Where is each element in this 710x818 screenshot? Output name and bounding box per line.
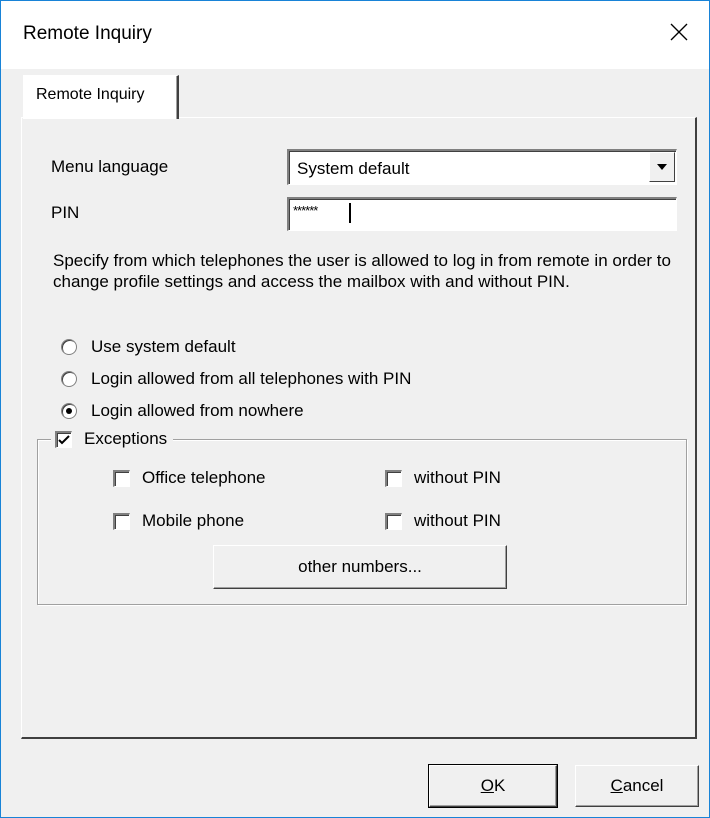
mobile-without-pin-checkbox[interactable]: without PIN	[385, 511, 501, 531]
mobile-phone-label: Mobile phone	[142, 511, 245, 530]
checkmark-icon	[58, 434, 70, 444]
window-title: Remote Inquiry	[23, 23, 152, 44]
tab-label: Remote Inquiry	[36, 86, 145, 103]
menu-language-select[interactable]: System default	[287, 149, 677, 185]
radio-label: Login allowed from all telephones with P…	[91, 369, 412, 388]
office-without-pin-checkbox[interactable]: without PIN	[385, 468, 501, 488]
other-numbers-button[interactable]: other numbers...	[213, 545, 507, 589]
pin-input[interactable]: ******	[287, 197, 677, 231]
pin-masked-value: ******	[293, 203, 318, 218]
radio-dot	[66, 408, 72, 414]
menu-language-value: System default	[297, 159, 410, 178]
dropdown-button[interactable]	[649, 152, 675, 182]
cancel-label: Cancel	[610, 776, 664, 795]
close-button[interactable]	[649, 1, 709, 63]
mobile-phone-checkbox[interactable]: Mobile phone	[113, 511, 244, 531]
close-icon	[670, 23, 688, 41]
checkbox[interactable]	[385, 469, 402, 487]
mobile-without-pin-label: without PIN	[414, 511, 501, 530]
office-telephone-checkbox[interactable]: Office telephone	[113, 468, 266, 488]
ok-button[interactable]: OK	[428, 764, 558, 808]
office-telephone-label: Office telephone	[142, 468, 266, 487]
title-bar: Remote Inquiry	[1, 1, 709, 69]
checkbox[interactable]	[113, 512, 130, 530]
radio-button[interactable]	[61, 339, 77, 355]
radio-use-system-default[interactable]: Use system default	[61, 337, 236, 357]
radio-login-from-nowhere[interactable]: Login allowed from nowhere	[61, 401, 304, 421]
text-caret	[349, 203, 351, 223]
menu-language-label: Menu language	[51, 157, 169, 176]
radio-label: Login allowed from nowhere	[91, 401, 304, 420]
exceptions-label: Exceptions	[84, 429, 168, 448]
radio-label: Use system default	[91, 337, 236, 356]
chevron-down-icon	[657, 164, 667, 170]
description-text: Specify from which telephones the user i…	[53, 251, 671, 291]
checkbox[interactable]	[385, 512, 402, 530]
exceptions-checkbox[interactable]: Exceptions	[51, 429, 174, 449]
radio-button-selected[interactable]	[61, 403, 77, 419]
office-without-pin-label: without PIN	[414, 468, 501, 487]
other-numbers-label: other numbers...	[298, 557, 422, 576]
radio-button[interactable]	[61, 371, 77, 387]
dialog-window: Remote Inquiry Remote Inquiry Menu langu…	[0, 0, 710, 818]
checkbox[interactable]	[113, 469, 130, 487]
cancel-button[interactable]: Cancel	[575, 765, 699, 807]
tab-remote-inquiry[interactable]: Remote Inquiry	[23, 75, 179, 119]
pin-label: PIN	[51, 203, 80, 222]
radio-all-telephones-with-pin[interactable]: Login allowed from all telephones with P…	[61, 369, 411, 389]
ok-label: OK	[480, 776, 506, 795]
checkbox[interactable]	[55, 430, 72, 448]
